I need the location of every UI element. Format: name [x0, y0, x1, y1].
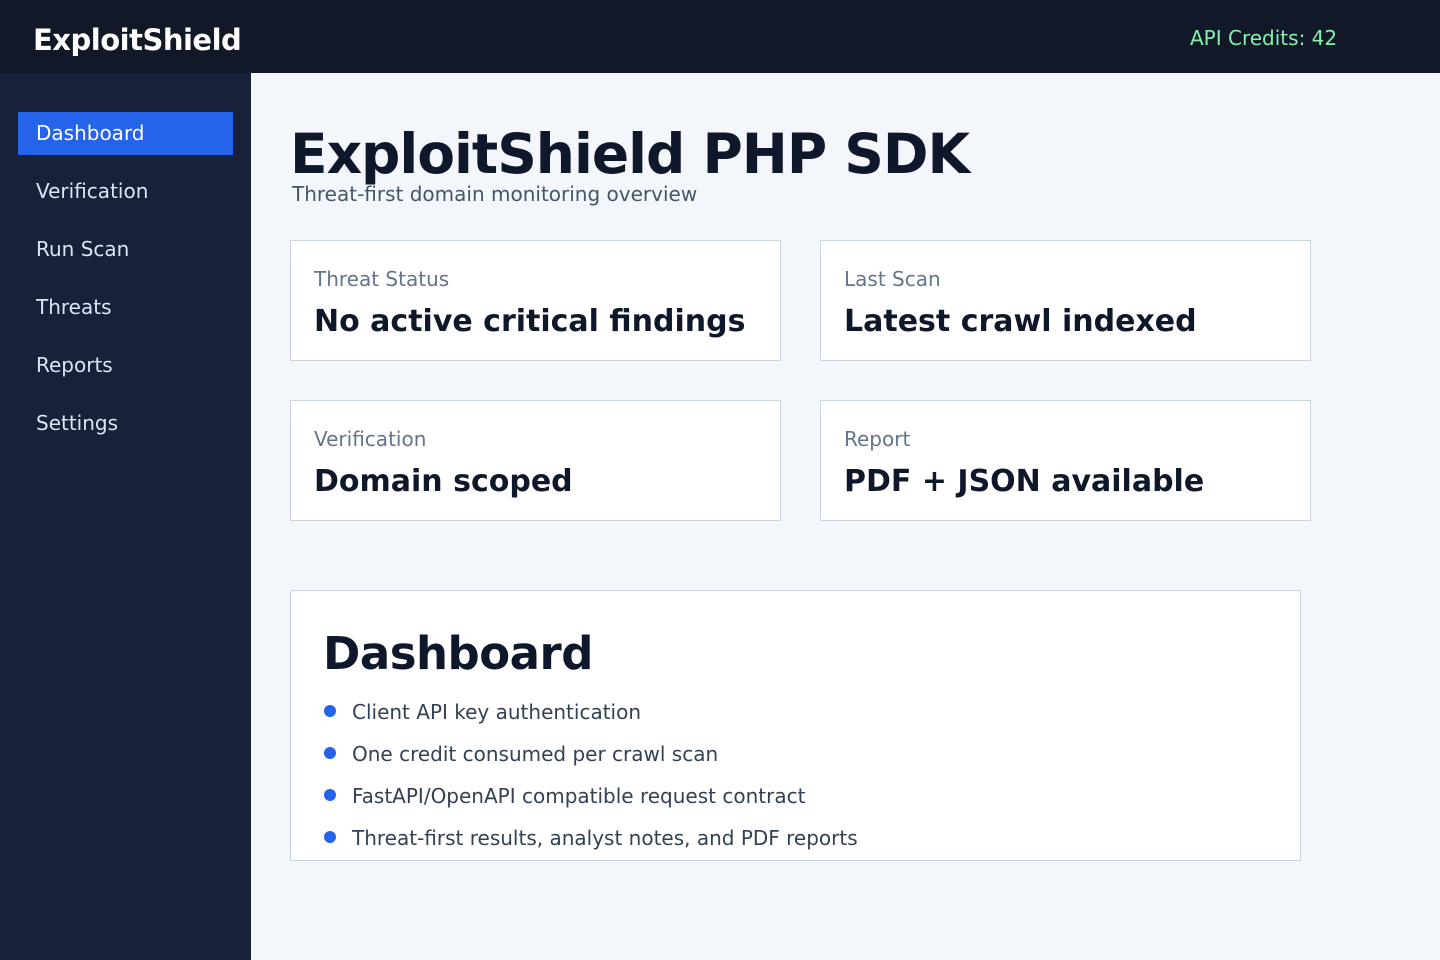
brand-logo[interactable]: ExploitShield [33, 26, 242, 55]
bullet-dot-icon [324, 831, 336, 843]
last-scan-card: Last Scan Latest crawl indexed [820, 240, 1311, 361]
list-item-text: Threat-first results, analyst notes, and… [352, 826, 858, 850]
bullet-dot-icon [324, 705, 336, 717]
threat-status-card: Threat Status No active critical finding… [290, 240, 781, 361]
api-credits-indicator: API Credits: 42 [1190, 26, 1338, 50]
card-label: Threat Status [314, 267, 450, 291]
list-item-text: Client API key authentication [352, 700, 642, 724]
sidebar-item-verification[interactable]: Verification [18, 170, 233, 213]
list-item: Client API key authentication [324, 697, 641, 727]
sidebar-item-run-scan[interactable]: Run Scan [18, 228, 233, 271]
card-value: PDF + JSON available [844, 464, 1205, 499]
sidebar-item-reports[interactable]: Reports [18, 344, 233, 387]
card-label: Report [844, 427, 911, 451]
card-label: Verification [314, 427, 427, 451]
list-item: FastAPI/OpenAPI compatible request contr… [324, 781, 805, 811]
sidebar-item-dashboard[interactable]: Dashboard [18, 112, 233, 155]
bullet-dot-icon [324, 789, 336, 801]
list-item: Threat-first results, analyst notes, and… [324, 823, 858, 853]
page-subtitle: Threat-first domain monitoring overview [292, 182, 698, 206]
dashboard-panel: Dashboard Client API key authentication … [290, 590, 1301, 861]
sidebar-item-settings[interactable]: Settings [18, 402, 233, 445]
sidebar-item-threats[interactable]: Threats [18, 286, 233, 329]
panel-title: Dashboard [323, 627, 593, 680]
card-label: Last Scan [844, 267, 941, 291]
card-value: Latest crawl indexed [844, 304, 1197, 339]
list-item: One credit consumed per crawl scan [324, 739, 718, 769]
top-bar: ExploitShield API Credits: 42 [0, 0, 1440, 73]
list-item-text: One credit consumed per crawl scan [352, 742, 719, 766]
verification-card: Verification Domain scoped [290, 400, 781, 521]
list-item-text: FastAPI/OpenAPI compatible request contr… [352, 784, 806, 808]
sidebar: Dashboard Verification Run Scan Threats … [0, 73, 251, 960]
page-title: ExploitShield PHP SDK [290, 122, 970, 186]
card-value: Domain scoped [314, 464, 573, 499]
report-card: Report PDF + JSON available [820, 400, 1311, 521]
bullet-dot-icon [324, 747, 336, 759]
card-value: No active critical findings [314, 304, 746, 339]
